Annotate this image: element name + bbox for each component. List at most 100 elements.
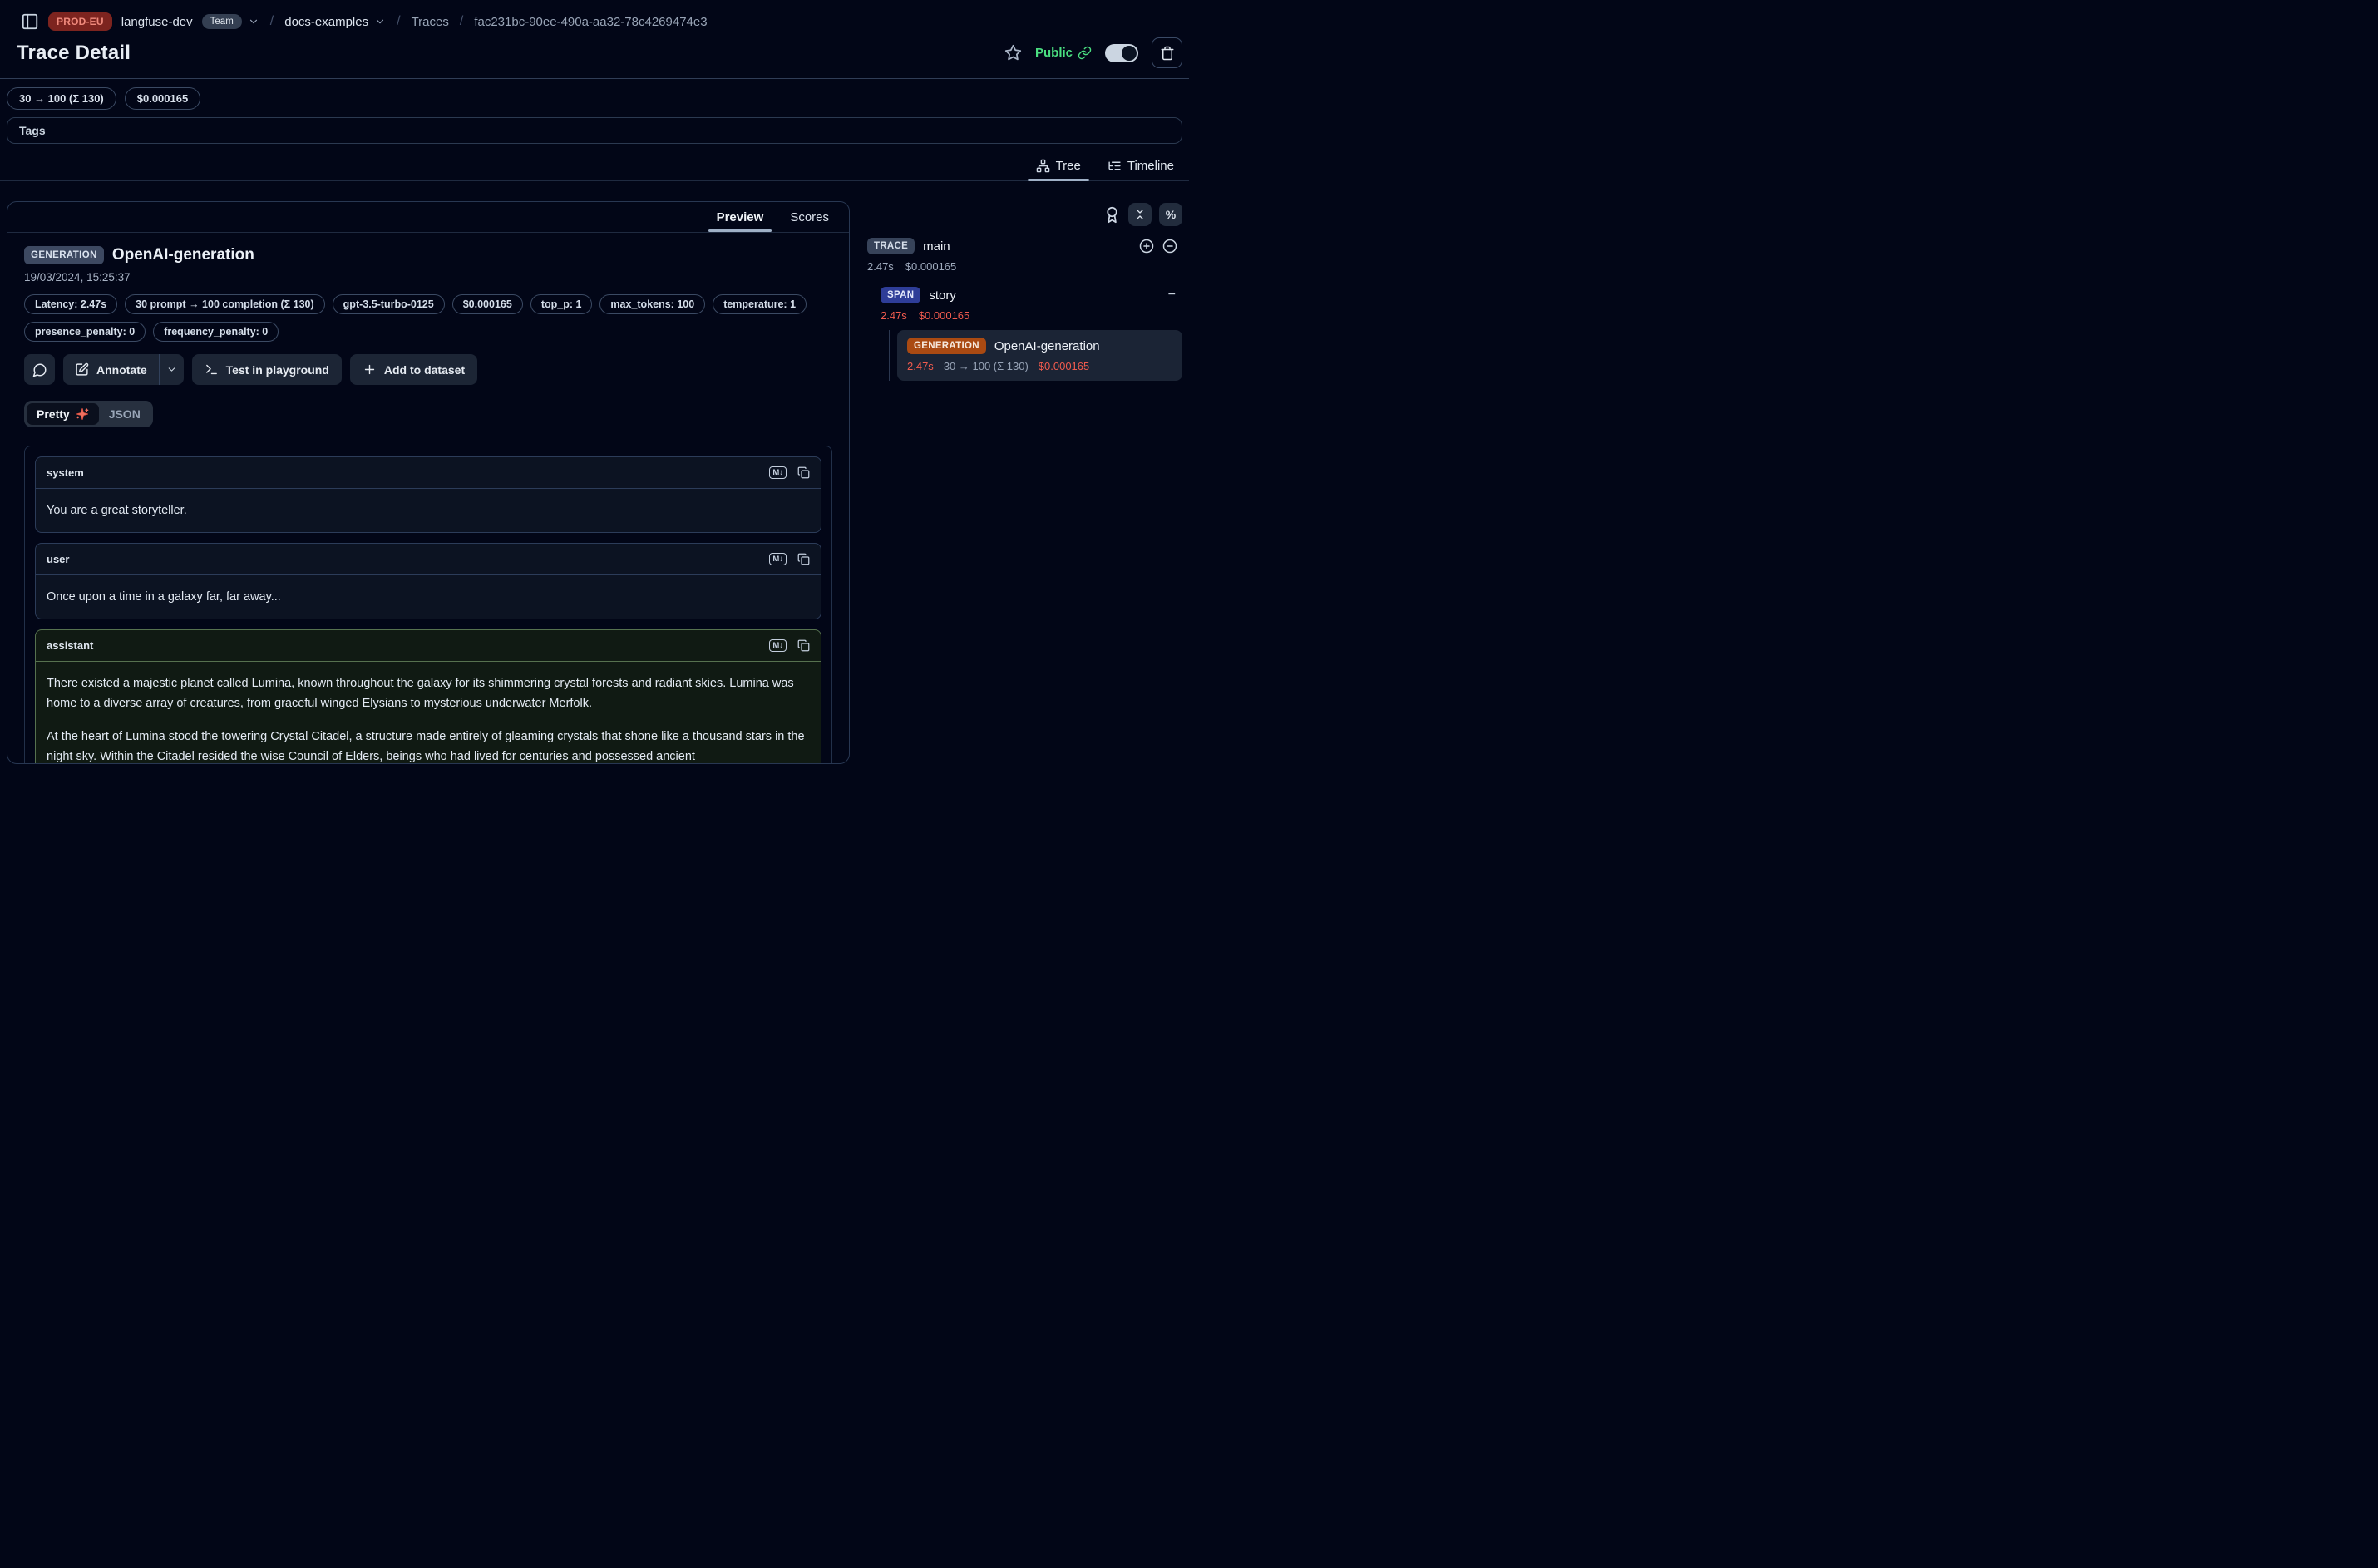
breadcrumb: PROD-EU langfuse-dev Team / docs-example… [0,0,1189,31]
span-latency: 2.47s [881,309,907,322]
generation-badge: GENERATION [907,338,986,354]
markdown-toggle-icon[interactable]: M↓ [769,639,787,652]
test-in-playground-button[interactable]: Test in playground [192,354,342,385]
terminal-icon [205,362,219,377]
add-to-dataset-button[interactable]: Add to dataset [350,354,477,385]
message-paragraph: You are a great storyteller. [47,500,810,520]
public-label: Public [1035,46,1073,60]
tab-scores[interactable]: Scores [780,202,839,232]
breadcrumb-trace-id: fac231bc-90ee-490a-aa32-78c4269474e3 [474,15,707,29]
token-usage-badge: 30 prompt → 100 completion (Σ 130) [125,294,325,314]
tree-node-trace[interactable]: TRACE main [867,238,1182,254]
format-toggle: Pretty JSON [24,401,153,427]
tab-preview[interactable]: Preview [707,202,774,232]
collapse-all-button[interactable] [1128,203,1152,226]
frequency-penalty-badge: frequency_penalty: 0 [153,322,279,342]
annotate-split-button: Annotate [63,354,184,385]
link-icon [1078,46,1092,60]
breadcrumb-project[interactable]: docs-examples [284,15,368,29]
plus-circle-icon[interactable] [1139,239,1154,254]
tree-node-generation-selected[interactable]: GENERATION OpenAI-generation 2.47s 30 → … [897,330,1182,381]
latency-badge: Latency: 2.47s [24,294,117,314]
copy-icon[interactable] [797,639,810,652]
cost-badge: $0.000165 [452,294,523,314]
environment-badge: PROD-EU [48,12,112,31]
timeline-icon [1108,159,1122,173]
minus-circle-icon[interactable] [1162,239,1177,254]
public-toggle[interactable] [1105,44,1138,62]
observation-badges-row-2: presence_penalty: 0 frequency_penalty: 0 [24,322,832,342]
breadcrumb-section[interactable]: Traces [412,15,449,29]
tab-timeline[interactable]: Timeline [1099,155,1182,180]
message-paragraph: At the heart of Lumina stood the towerin… [47,727,810,764]
message-paragraph: There existed a majestic planet called L… [47,673,810,713]
trace-latency: 2.47s [867,260,894,273]
markdown-toggle-icon[interactable]: M↓ [769,466,787,479]
trash-icon [1160,46,1175,61]
title-actions: Public [1004,37,1182,68]
message-content: Once upon a time in a galaxy far, far aw… [36,575,821,619]
message-content: There existed a majestic planet called L… [36,662,821,764]
generation-metrics: 2.47s 30 → 100 (Σ 130) $0.000165 [907,360,1172,372]
pretty-toggle-button[interactable]: Pretty [27,403,99,425]
trace-detail-page: PROD-EU langfuse-dev Team / docs-example… [0,0,1189,784]
markdown-toggle-icon[interactable]: M↓ [769,553,787,565]
tree-node-span[interactable]: SPAN story − [881,287,1182,303]
chevron-down-icon[interactable] [374,16,386,27]
panel-left-icon [21,12,39,31]
star-button[interactable] [1004,44,1022,62]
message-header: user M↓ [36,544,821,575]
message-paragraph: Once upon a time in a galaxy far, far aw… [47,587,810,607]
public-link-button[interactable]: Public [1035,46,1092,60]
playground-label: Test in playground [226,363,329,377]
tab-tree-label: Tree [1056,159,1081,173]
edit-icon [75,362,89,377]
trace-cost-badge: $0.000165 [125,87,200,110]
scores-award-button[interactable] [1103,206,1121,224]
tags-box[interactable]: Tags [7,117,1182,144]
breadcrumb-org[interactable]: langfuse-dev [121,15,193,29]
observation-header: GENERATION OpenAI-generation [24,246,832,264]
span-collapse-button[interactable]: − [1168,288,1182,303]
breadcrumb-separator: / [458,14,465,29]
actions-row: Annotate Test in playground Add to datas… [24,354,832,385]
award-icon [1103,206,1121,224]
chevron-down-icon[interactable] [248,16,259,27]
generation-latency: 2.47s [907,360,934,372]
plus-icon [363,362,377,377]
span-name: story [929,288,956,303]
max-tokens-badge: max_tokens: 100 [599,294,705,314]
annotate-label: Annotate [96,363,147,377]
annotate-button[interactable]: Annotate [63,354,159,385]
json-toggle-button[interactable]: JSON [99,403,150,425]
message-tools: M↓ [769,553,810,565]
delete-trace-button[interactable] [1152,37,1182,68]
metrics-percent-button[interactable]: % [1159,203,1182,226]
observation-title: OpenAI-generation [112,246,254,264]
toggle-knob [1122,46,1137,61]
preview-panel: Preview Scores GENERATION OpenAI-generat… [7,201,850,764]
page-title: Trace Detail [17,42,131,65]
trace-badge: TRACE [867,238,915,254]
top-p-badge: top_p: 1 [530,294,593,314]
message-tools: M↓ [769,639,810,652]
star-icon [1004,44,1022,62]
tab-tree[interactable]: Tree [1028,155,1089,180]
sidebar-toggle-button[interactable] [21,12,39,31]
copy-icon[interactable] [797,553,810,565]
trace-cost: $0.000165 [905,260,956,273]
trace-token-usage-badge: 30 → 100 (Σ 130) [7,87,116,110]
span-cost: $0.000165 [919,309,969,322]
annotate-dropdown-button[interactable] [159,354,184,385]
breadcrumb-separator: / [395,14,402,29]
add-to-dataset-label: Add to dataset [384,363,465,377]
generation-cost: $0.000165 [1039,360,1089,372]
span-badge: SPAN [881,287,920,303]
generation-tokens: 30 → 100 (Σ 130) [944,360,1029,372]
tree-icon [1036,159,1050,173]
tags-label: Tags [19,124,46,137]
trace-name: main [923,239,950,254]
comment-button[interactable] [24,354,55,385]
content: Preview Scores GENERATION OpenAI-generat… [0,201,1189,764]
copy-icon[interactable] [797,466,810,479]
